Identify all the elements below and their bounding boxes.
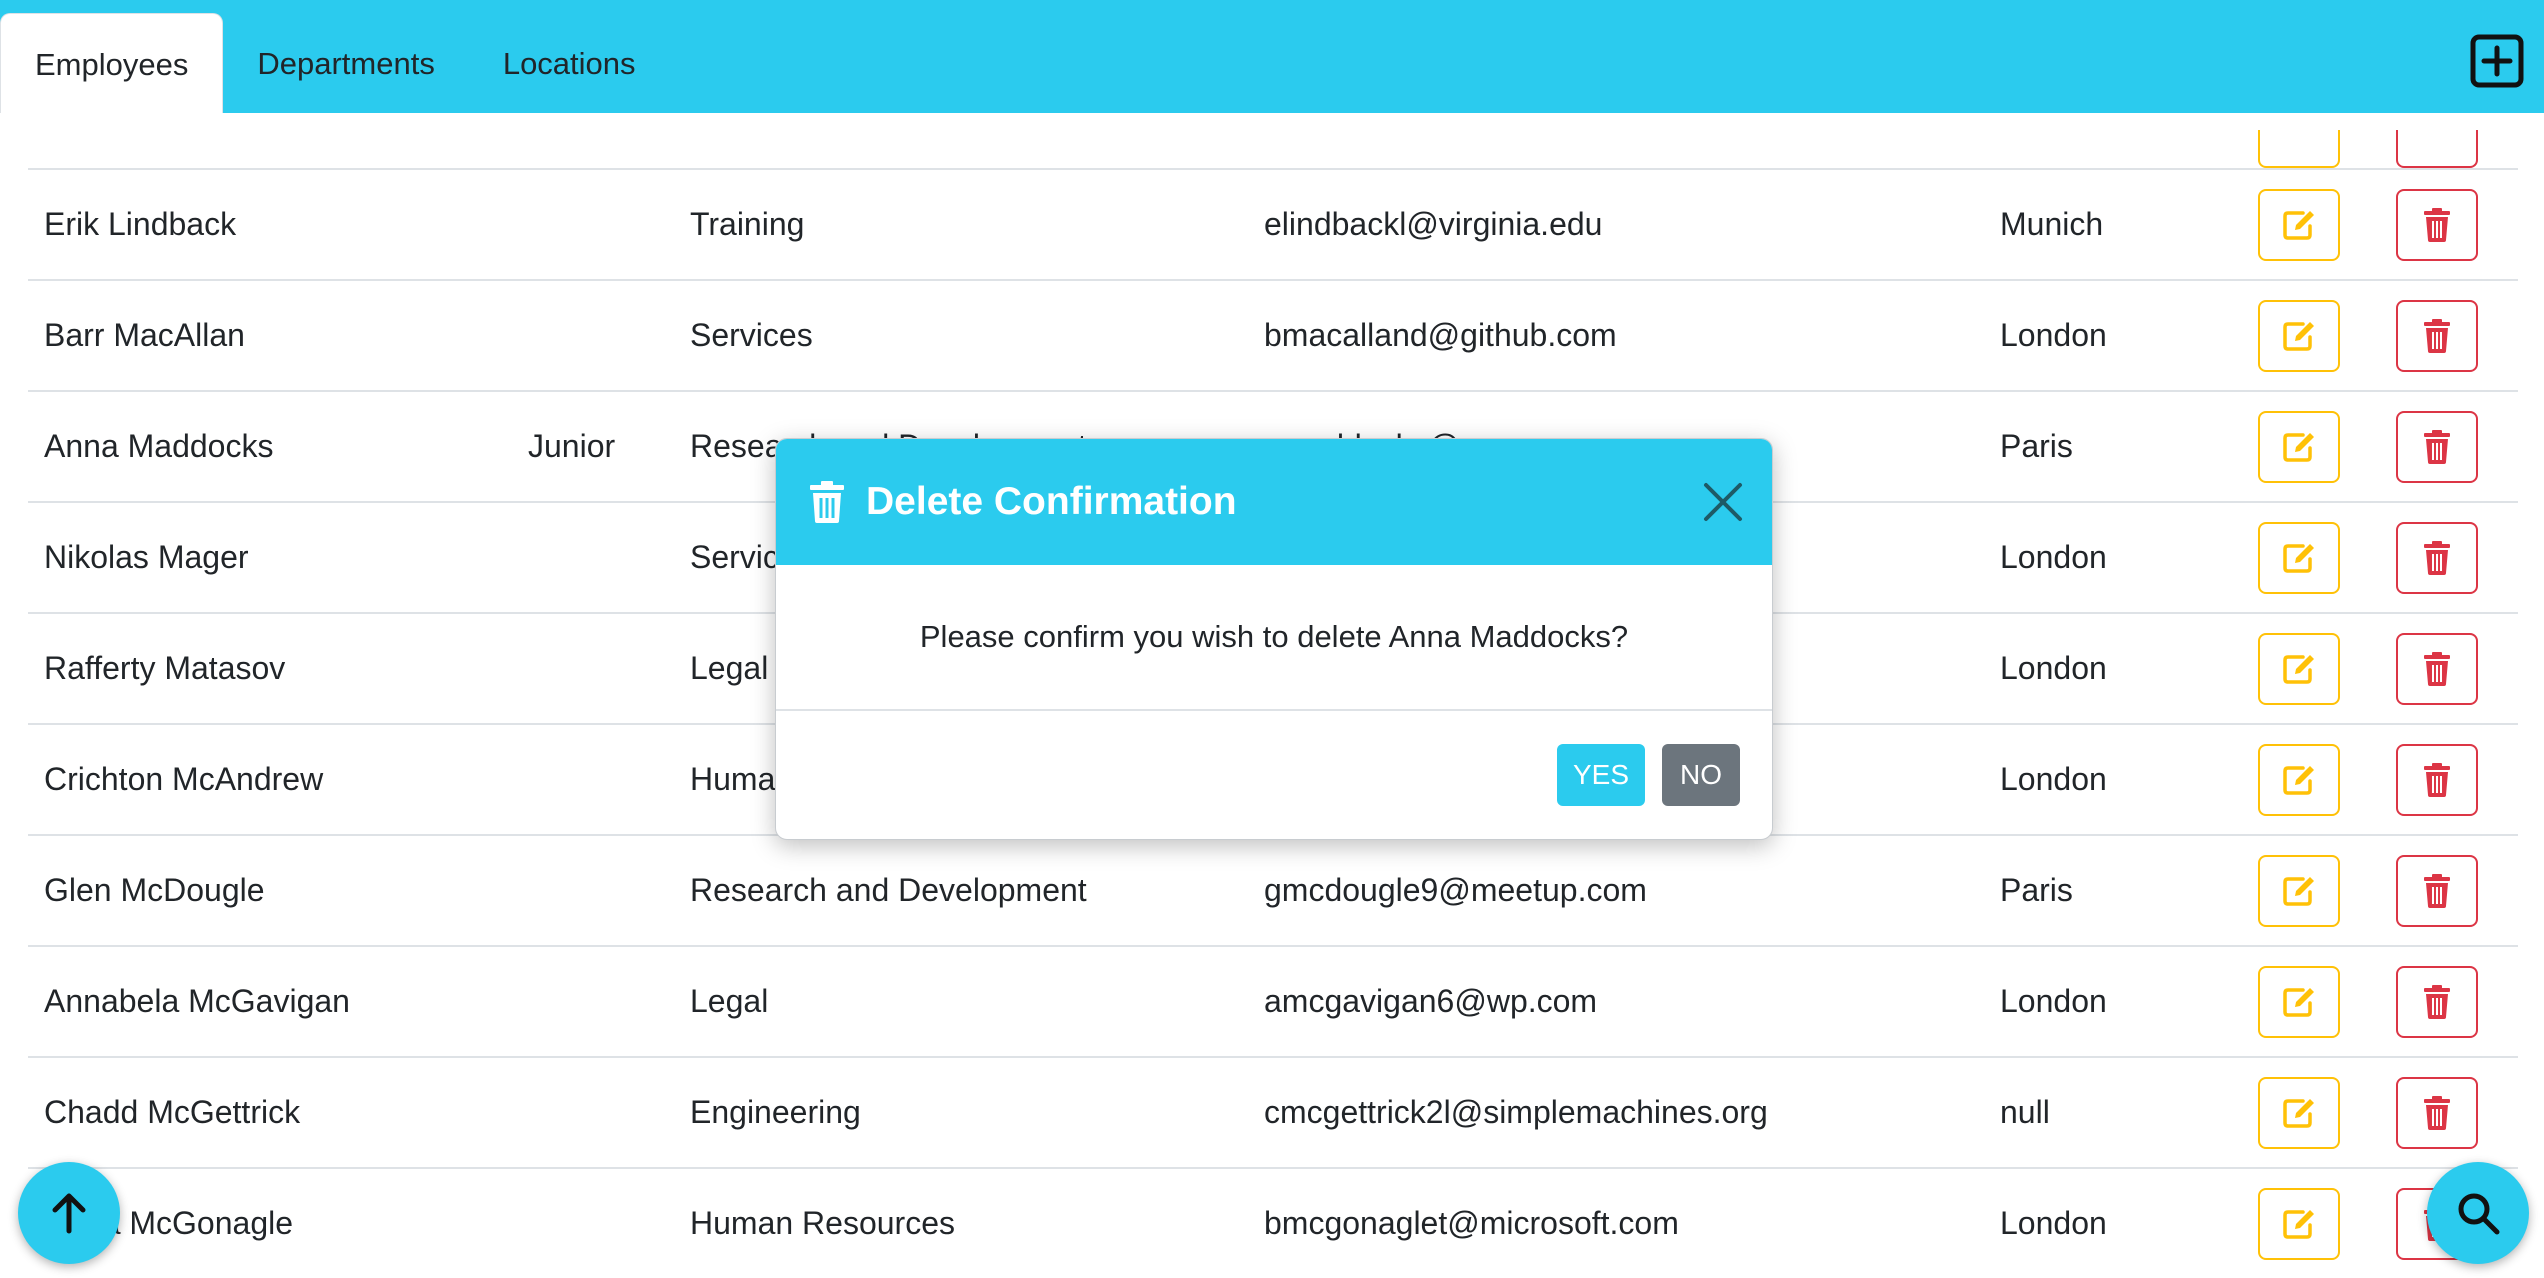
trash-icon <box>810 481 844 523</box>
modal-footer: YES NO <box>776 711 1772 839</box>
close-icon[interactable] <box>1700 479 1746 525</box>
modal-header: Delete Confirmation <box>776 439 1772 565</box>
search-icon <box>2458 1193 2500 1235</box>
modal-message: Please confirm you wish to delete Anna M… <box>776 565 1772 711</box>
scroll-top-button[interactable] <box>18 1162 120 1264</box>
modal-title: Delete Confirmation <box>866 480 1237 523</box>
delete-confirmation-modal: Delete Confirmation Please confirm you w… <box>775 438 1773 840</box>
arrow-up-icon <box>52 1193 86 1234</box>
no-button[interactable]: NO <box>1662 744 1740 806</box>
yes-button[interactable]: YES <box>1557 744 1645 806</box>
search-button[interactable] <box>2427 1162 2529 1264</box>
